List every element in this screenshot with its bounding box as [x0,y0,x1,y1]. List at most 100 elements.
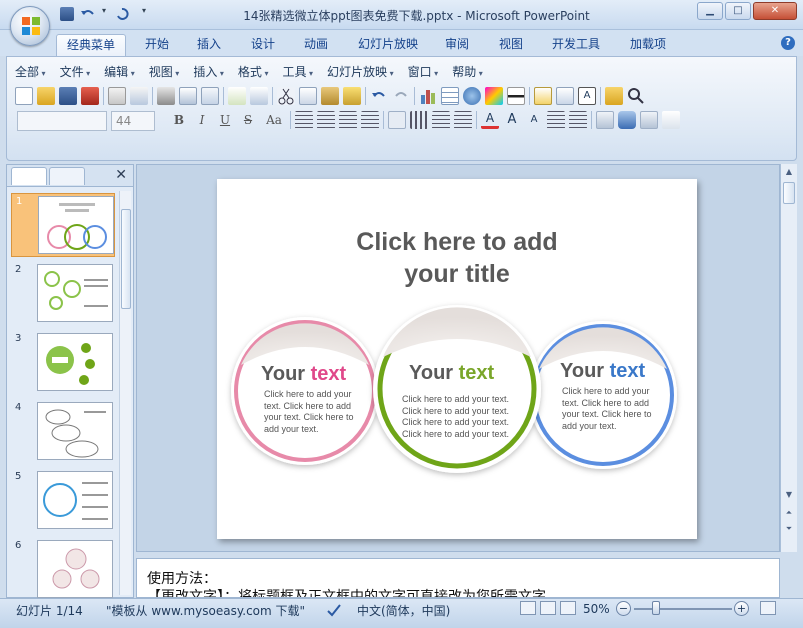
open-icon[interactable] [37,87,55,105]
slide-thumbnail[interactable]: 5 [11,469,115,533]
template-name[interactable]: "模板从 www.mysoeasy.com 下载" [106,602,305,619]
copy-icon[interactable] [299,87,317,105]
research-icon[interactable] [250,87,268,105]
tab-developer[interactable]: 开发工具 [545,34,607,56]
table-icon[interactable] [441,87,459,105]
underline-button[interactable]: U [215,111,235,129]
close-button[interactable]: ✕ [753,2,797,20]
italic-button[interactable]: I [192,111,212,129]
menu-window[interactable]: 窗口 [408,63,439,81]
fill-icon[interactable] [662,111,680,129]
font-color-icon[interactable]: A [481,111,499,129]
bubble-text-right[interactable]: Click here to add your text. Click here … [562,386,652,432]
slide-thumbnail[interactable]: 1 [11,193,115,257]
tab-view[interactable]: 视图 [490,34,532,56]
tab-slideshow[interactable]: 幻灯片放映 [350,34,426,56]
scroll-thumb[interactable] [121,209,131,309]
numbering-icon[interactable] [432,111,450,129]
quick-styles-icon[interactable] [640,111,658,129]
increase-indent-icon[interactable] [569,111,587,129]
search-icon[interactable] [627,87,645,105]
menu-slideshow[interactable]: 幻灯片放映 [327,63,394,81]
notes-pane[interactable]: 使用方法： 【更改文字】：将标题框及正文框中的文字可直接改为您所需文字 [136,558,780,598]
print-preview-icon[interactable] [179,87,197,105]
slide-layout-icon[interactable] [556,87,574,105]
zoom-slider-thumb[interactable] [652,601,660,615]
shapes-icon[interactable] [618,111,636,129]
slideshow-view-icon[interactable] [560,601,576,615]
maximize-button[interactable]: □ [725,2,751,20]
align-right-icon[interactable] [339,111,357,129]
spelling-check-icon[interactable] [326,602,342,618]
slide-scrollbar[interactable]: ▲ ▼ ⏶ ⏷ [780,164,797,552]
arrange-icon[interactable] [596,111,614,129]
tab-animation[interactable]: 动画 [295,34,337,56]
paste-icon[interactable] [321,87,339,105]
slide-thumbnail[interactable]: 4 [11,400,115,464]
menu-insert[interactable]: 插入 [193,63,224,81]
bubble-text-left[interactable]: Click here to add your text. Click here … [264,389,354,435]
new-icon[interactable] [15,87,33,105]
redo-icon[interactable] [392,87,410,105]
spelling-icon[interactable] [228,87,246,105]
help-icon[interactable]: ? [781,36,795,50]
tab-slides[interactable] [11,167,47,185]
scroll-up-icon[interactable]: ▲ [783,167,795,179]
bold-button[interactable]: B [169,111,189,129]
pdf-icon[interactable] [81,87,99,105]
decrease-indent-icon[interactable] [547,111,565,129]
format-painter-icon[interactable] [343,87,361,105]
slide-counter[interactable]: 幻灯片 1/14 [16,602,83,619]
print-icon[interactable] [157,87,175,105]
tab-outline[interactable] [49,167,85,185]
strikethrough-button[interactable]: S [238,111,258,129]
zoom-level[interactable]: 50% [583,602,610,616]
slide-thumbnail[interactable]: 6 [11,538,115,602]
textbox-icon[interactable]: A [578,87,596,105]
line-icon[interactable] [507,87,525,105]
office-button[interactable] [10,6,50,46]
previous-slide-icon[interactable]: ⏶ [783,508,795,520]
folder-icon[interactable] [605,87,623,105]
grow-font-icon[interactable]: A [503,111,521,129]
zoom-out-icon[interactable]: − [616,601,631,616]
justify-icon[interactable] [361,111,379,129]
bubble-heading-center[interactable]: Your text [409,362,494,385]
new-slide-icon[interactable] [534,87,552,105]
menu-tools[interactable]: 工具 [282,63,313,81]
minimize-button[interactable]: ▁ [697,2,723,20]
menu-all[interactable]: 全部 [15,63,46,81]
slide-sorter-icon[interactable] [540,601,556,615]
bullets-icon[interactable] [454,111,472,129]
tab-review[interactable]: 审阅 [436,34,478,56]
menu-format[interactable]: 格式 [238,63,269,81]
slide-thumbnail[interactable]: 3 [11,331,115,395]
columns-icon[interactable] [410,111,428,129]
tab-addins[interactable]: 加载项 [622,34,674,56]
email-icon[interactable] [130,87,148,105]
zoom-slider[interactable] [634,608,732,610]
fit-to-window-icon[interactable] [760,601,776,615]
bubble-heading-left[interactable]: Your text [261,363,346,386]
change-case-button[interactable]: Aa [261,111,287,129]
font-size-dropdown[interactable]: 44 [111,111,155,131]
thumbnail-scrollbar[interactable] [119,191,131,595]
menu-file[interactable]: 文件 [60,63,91,81]
hyperlink-icon[interactable] [463,87,481,105]
scroll-thumb[interactable] [783,182,795,204]
slide[interactable]: Click here to add your title Your text C… [217,179,697,539]
normal-view-icon[interactable] [520,601,536,615]
zoom-in-icon[interactable]: + [734,601,749,616]
save-icon[interactable] [59,87,77,105]
tab-classic-menu[interactable]: 经典菜单 [56,34,126,56]
next-slide-icon[interactable]: ⏷ [783,524,795,536]
bubble-heading-right[interactable]: Your text [560,360,645,383]
undo-icon[interactable] [370,87,388,105]
tab-home[interactable]: 开始 [136,34,178,56]
font-name-dropdown[interactable] [17,111,107,131]
scroll-down-icon[interactable]: ▼ [783,490,795,502]
close-panel-icon[interactable]: ✕ [115,167,127,183]
menu-view[interactable]: 视图 [149,63,180,81]
align-left-icon[interactable] [295,111,313,129]
language-indicator[interactable]: 中文(简体，中国) [357,602,450,619]
